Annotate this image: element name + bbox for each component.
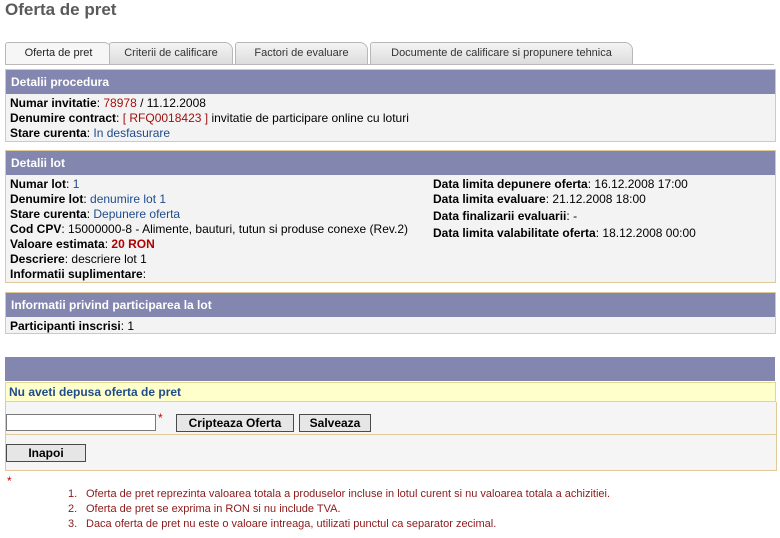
procedure-status-value: In desfasurare bbox=[93, 126, 171, 140]
lot-name-row: Denumire lot: denumire lot 1 bbox=[10, 192, 167, 206]
invitation-number-value: 78978 bbox=[103, 96, 137, 110]
bid-deadline-value: 16.12.2008 17:00 bbox=[594, 177, 688, 191]
lot-number-label: Numar lot bbox=[10, 177, 67, 191]
footnote-marker: * bbox=[7, 474, 12, 488]
evaluation-deadline-value: 21.12.2008 18:00 bbox=[552, 192, 646, 206]
cpv-code-row: Cod CPV: 15000000-8 - Alimente, bauturi,… bbox=[10, 222, 408, 236]
footnote-number: 2. bbox=[68, 503, 78, 515]
cpv-code-value: 15000000-8 - Alimente, bauturi, tutun si… bbox=[68, 222, 408, 236]
footnote-item: 1. Oferta de pret reprezinta valoarea tot… bbox=[68, 487, 610, 502]
footnote-item: 2. Oferta de pret se exprima in RON si nu… bbox=[68, 502, 610, 517]
evaluation-deadline-row: Data limita evaluare: 21.12.2008 18:00 bbox=[433, 192, 646, 206]
evaluation-end-row: Data finalizarii evaluarii: - bbox=[433, 209, 578, 223]
invitation-number-label: Numar invitatie bbox=[10, 96, 97, 110]
bid-deadline-label: Data limita depunere oferta bbox=[433, 177, 588, 191]
contract-name-label: Denumire contract bbox=[10, 111, 117, 125]
offer-price-input[interactable] bbox=[6, 414, 156, 431]
evaluation-end-value: - bbox=[573, 209, 578, 223]
invitation-number-row: Numar invitatie: 78978 / 11.12.2008 bbox=[10, 96, 206, 110]
offer-header-bar bbox=[5, 357, 775, 381]
tab-documente-de-calificare[interactable]: Documente de calificare si propunere teh… bbox=[370, 42, 633, 64]
contract-name-value: invitatie de participare online cu lotur… bbox=[211, 111, 409, 125]
description-row: Descriere: descriere lot 1 bbox=[10, 252, 147, 266]
participants-label: Participanti inscrisi bbox=[10, 319, 121, 333]
footnote-list: 1. Oferta de pret reprezinta valoarea tot… bbox=[68, 487, 610, 532]
description-label: Descriere bbox=[10, 252, 65, 266]
tab-oferta-de-pret[interactable]: Oferta de pret bbox=[5, 42, 112, 65]
lot-status-row: Stare curenta: Depunere oferta bbox=[10, 207, 181, 221]
encrypt-offer-button[interactable]: Cripteaza Oferta bbox=[176, 414, 294, 432]
participants-row: Participanti inscrisi: 1 bbox=[10, 319, 135, 333]
offer-form: * Cripteaza Oferta Salveaza Inapoi bbox=[5, 402, 777, 471]
bid-deadline-row: Data limita depunere oferta: 16.12.2008 … bbox=[433, 177, 688, 191]
lot-details-header: Detalii lot bbox=[6, 151, 775, 175]
back-button[interactable]: Inapoi bbox=[6, 444, 86, 462]
save-button[interactable]: Salveaza bbox=[299, 414, 371, 432]
invitation-date-value: 11.12.2008 bbox=[146, 96, 206, 110]
participation-panel: Informatii privind participarea la lot P… bbox=[5, 292, 776, 334]
evaluation-end-label: Data finalizarii evaluarii bbox=[433, 209, 567, 223]
required-marker: * bbox=[158, 411, 163, 425]
estimated-value-row: Valoare estimata: 20 RON bbox=[10, 237, 155, 251]
footnote-number: 3. bbox=[68, 518, 78, 530]
procedure-details-header: Detalii procedura bbox=[6, 70, 775, 94]
lot-name-value: denumire lot 1 bbox=[90, 192, 167, 206]
footnote-item: 3. Daca oferta de pret nu este o valoare … bbox=[68, 517, 610, 532]
validity-deadline-row: Data limita valabilitate oferta: 18.12.2… bbox=[433, 226, 696, 240]
lot-number-value: 1 bbox=[72, 177, 80, 191]
procedure-details-panel: Detalii procedura Numar invitatie: 78978… bbox=[5, 69, 776, 142]
lot-status-label: Stare curenta bbox=[10, 207, 87, 221]
page-title: Oferta de pret bbox=[5, 0, 117, 19]
footnote-number: 1. bbox=[68, 488, 78, 500]
lot-status-value: Depunere oferta bbox=[93, 207, 181, 221]
additional-info-row: Informatii suplimentare: bbox=[10, 267, 147, 281]
footnote-text: Daca oferta de pret nu este o valoare in… bbox=[86, 518, 497, 530]
evaluation-deadline-label: Data limita evaluare bbox=[433, 192, 546, 206]
participants-value: 1 bbox=[127, 319, 135, 333]
description-value: descriere lot 1 bbox=[71, 252, 147, 266]
lot-details-panel: Detalii lot Numar lot: 1 Denumire lot: d… bbox=[5, 150, 776, 283]
procedure-status-row: Stare curenta: In desfasurare bbox=[10, 126, 171, 140]
estimated-value-value: 20 RON bbox=[111, 237, 155, 251]
contract-name-row: Denumire contract: [ RFQ0018423 ] invita… bbox=[10, 111, 409, 125]
additional-info-label: Informatii suplimentare bbox=[10, 267, 143, 281]
estimated-value-label: Valoare estimata bbox=[10, 237, 105, 251]
procedure-status-label: Stare curenta bbox=[10, 126, 87, 140]
cpv-code-label: Cod CPV bbox=[10, 222, 62, 236]
form-divider bbox=[6, 434, 776, 435]
footnote-text: Oferta de pret reprezinta valoarea total… bbox=[86, 488, 611, 500]
participation-header: Informatii privind participarea la lot bbox=[6, 293, 775, 317]
tab-underline bbox=[5, 64, 774, 65]
contract-code-value: [ RFQ0018423 ] bbox=[122, 111, 209, 125]
validity-deadline-label: Data limita valabilitate oferta bbox=[433, 226, 596, 240]
no-offer-notice: Nu aveti depusa oferta de pret bbox=[5, 382, 776, 402]
footnote-text: Oferta de pret se exprima in RON si nu i… bbox=[86, 503, 341, 515]
validity-deadline-value: 18.12.2008 00:00 bbox=[602, 226, 696, 240]
tab-criterii-de-calificare[interactable]: Criterii de calificare bbox=[109, 42, 233, 64]
tab-factori-de-evaluare[interactable]: Factori de evaluare bbox=[235, 42, 368, 64]
lot-name-label: Denumire lot bbox=[10, 192, 84, 206]
lot-number-row: Numar lot: 1 bbox=[10, 177, 80, 191]
